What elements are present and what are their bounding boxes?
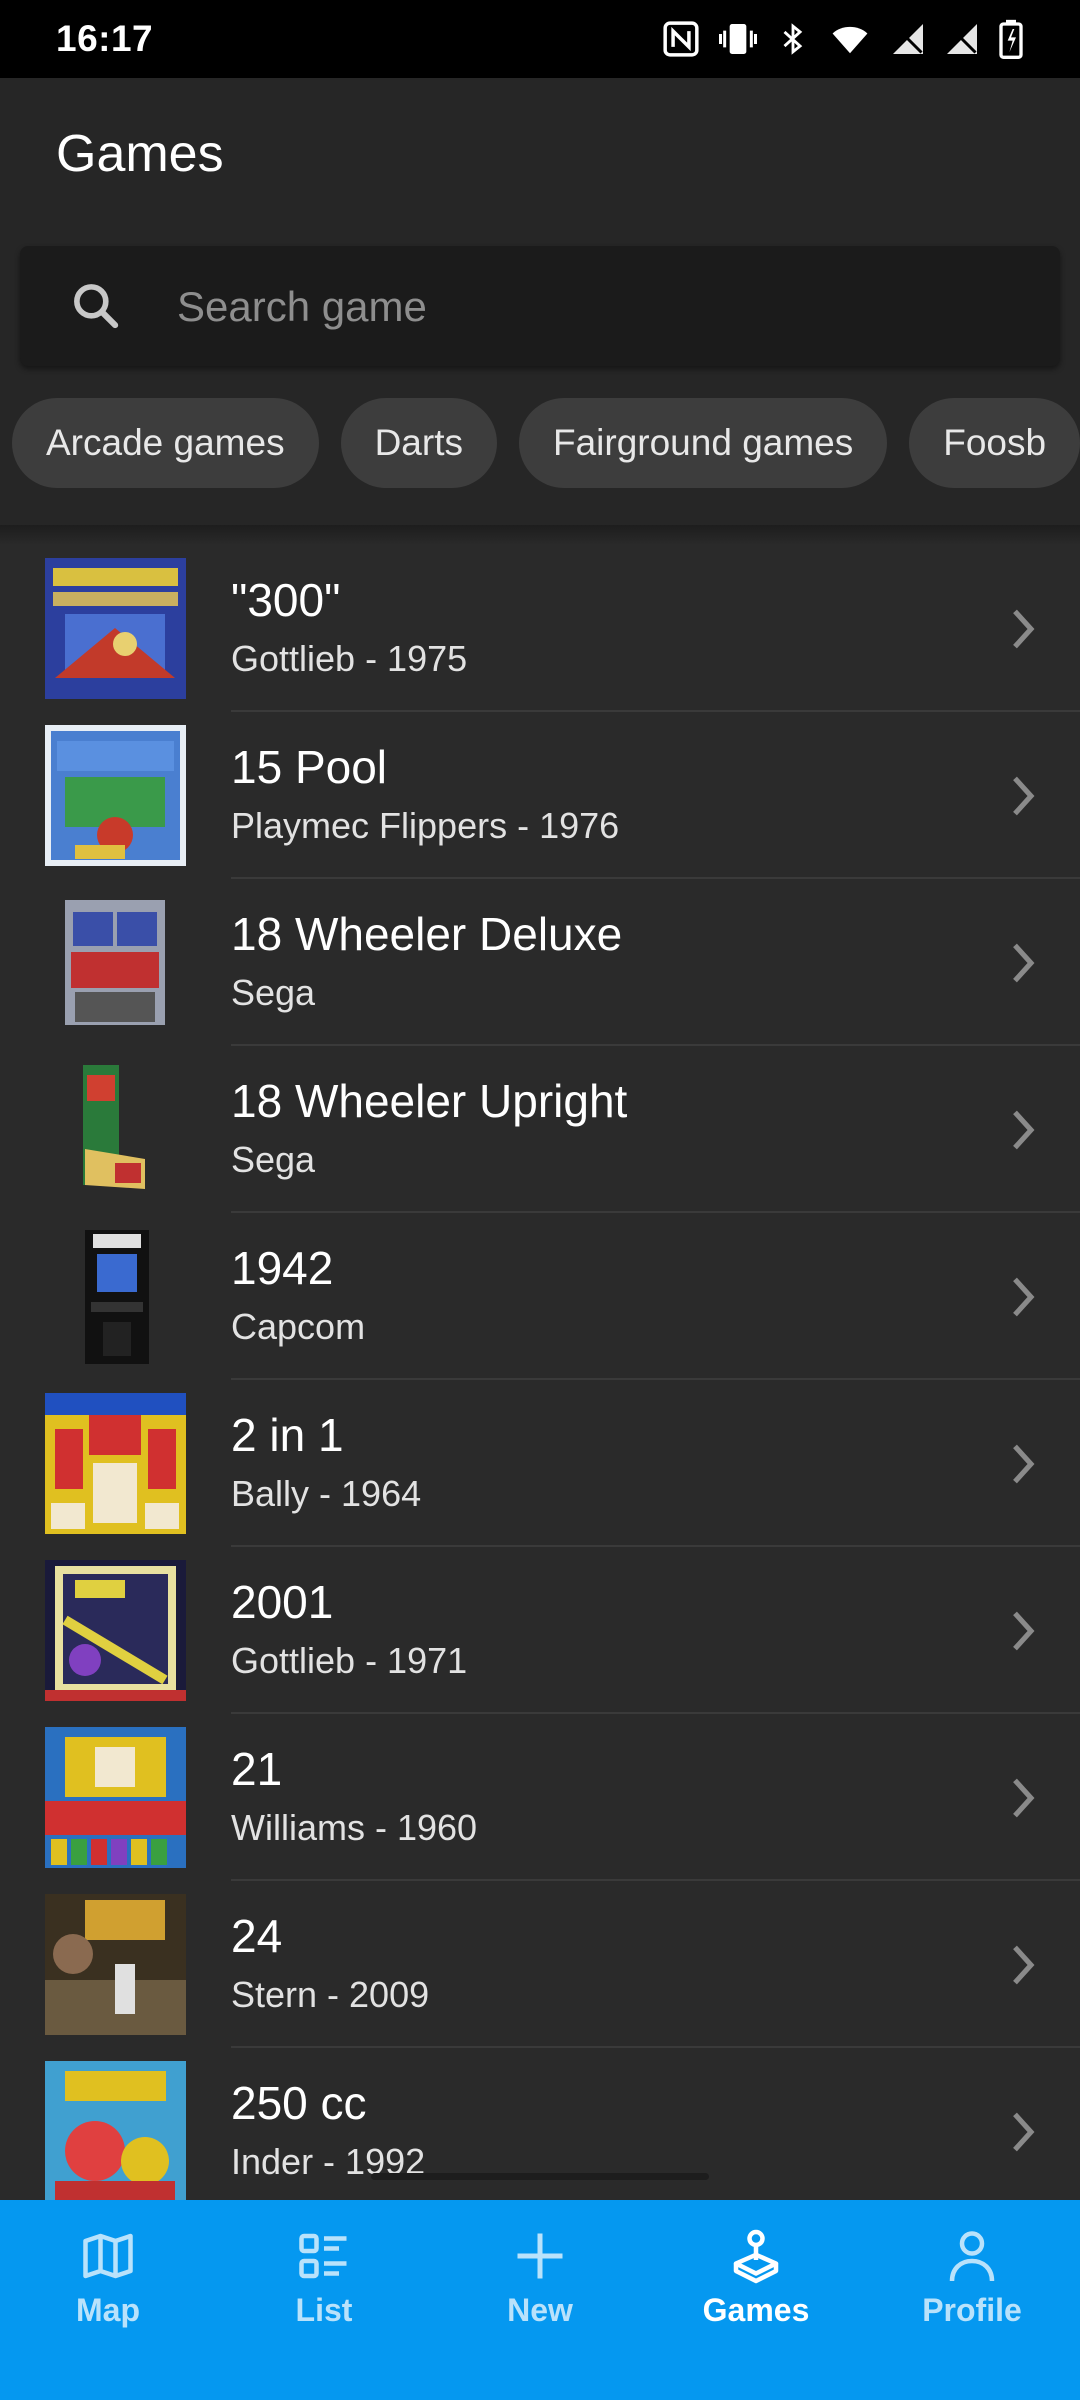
game-subtitle: Williams - 1960 [231, 1807, 478, 1848]
vibrate-icon [718, 19, 758, 59]
game-subtitle: Sega [231, 972, 316, 1013]
nav-item-new[interactable]: New [432, 2226, 648, 2336]
nav-item-profile[interactable]: Profile [864, 2226, 1080, 2336]
bluetooth-icon [776, 20, 810, 58]
game-subtitle: Bally - 1964 [231, 1473, 422, 1514]
game-title: 21 [231, 1743, 283, 1795]
game-thumbnail [45, 725, 186, 866]
game-thumbnail [45, 1059, 186, 1200]
battery-icon [998, 19, 1024, 59]
status-bar: 16:17 [0, 0, 1080, 78]
chevron-right-icon [1013, 609, 1035, 649]
game-subtitle: Gottlieb - 1975 [231, 638, 468, 679]
chevron-right-icon [1013, 1110, 1035, 1150]
game-title: 2001 [231, 1576, 334, 1628]
list-item[interactable]: 2 in 1 Bally - 1964 [0, 1380, 1080, 1547]
plus-icon [517, 2233, 563, 2279]
game-list: "300" Gottlieb - 1975 15 Pool Playmec Fl… [0, 545, 1080, 2200]
category-chips: Arcade games Darts Fairground games Foos… [12, 398, 1080, 488]
wifi-icon [828, 20, 872, 58]
game-thumbnail [45, 558, 186, 699]
game-thumbnail [45, 892, 186, 1033]
page-title: Games [56, 125, 224, 183]
game-title: 15 Pool [231, 741, 388, 793]
game-title: 2 in 1 [231, 1409, 344, 1461]
map-icon [83, 2233, 133, 2279]
game-title: 250 cc [231, 2077, 367, 2129]
list-item[interactable]: 15 Pool Playmec Flippers - 1976 [0, 712, 1080, 879]
nav-item-map[interactable]: Map [0, 2226, 216, 2336]
nav-label-games: Games [702, 2292, 810, 2328]
nfc-icon [662, 20, 700, 58]
chevron-right-icon [1013, 1277, 1035, 1317]
game-thumbnail [45, 1560, 186, 1701]
bottom-navigation: Map List New Games Profile [0, 2200, 1080, 2400]
search-bar[interactable] [20, 246, 1060, 368]
person-icon [949, 2231, 995, 2282]
list-item[interactable]: 2001 Gottlieb - 1971 [0, 1547, 1080, 1714]
joystick-icon [733, 2229, 779, 2284]
game-subtitle: Stern - 2009 [231, 1974, 430, 2015]
chevron-right-icon [1013, 1945, 1035, 1985]
list-item[interactable]: 18 Wheeler Upright Sega [0, 1046, 1080, 1213]
nav-label-new: New [507, 2292, 573, 2328]
game-subtitle: Gottlieb - 1971 [231, 1640, 468, 1681]
games-screen: Games Arcade games Darts Fairground game… [0, 78, 1080, 2400]
chevron-right-icon [1013, 2112, 1035, 2152]
chevron-right-icon [1013, 943, 1035, 983]
game-thumbnail [45, 1393, 186, 1534]
home-indicator[interactable] [371, 2173, 709, 2180]
game-title: 1942 [231, 1242, 334, 1294]
game-subtitle: Capcom [231, 1306, 366, 1347]
nav-label-list: List [295, 2292, 353, 2328]
status-time: 16:17 [56, 18, 154, 59]
header: Games Arcade games Darts Fairground game… [0, 78, 1080, 545]
nav-item-list[interactable]: List [216, 2226, 432, 2336]
game-title: 24 [231, 1910, 283, 1962]
game-thumbnail [45, 1226, 186, 1367]
game-subtitle: Sega [231, 1139, 316, 1180]
list-icon [299, 2233, 347, 2279]
search-icon [74, 284, 119, 329]
list-item[interactable]: 21 Williams - 1960 [0, 1714, 1080, 1881]
chip-arcade-games[interactable]: Arcade games [12, 398, 319, 488]
chip-fairground-games[interactable]: Fairground games [518, 398, 888, 488]
game-title: "300" [231, 574, 341, 626]
game-subtitle: Playmec Flippers - 1976 [231, 805, 620, 846]
status-icons [662, 19, 1024, 59]
list-item[interactable]: 24 Stern - 2009 [0, 1881, 1080, 2048]
signal-icon [890, 21, 926, 57]
game-title: 18 Wheeler Deluxe [231, 908, 623, 960]
chevron-right-icon [1013, 776, 1035, 816]
game-thumbnail [45, 1894, 186, 2035]
nav-item-games[interactable]: Games [648, 2226, 864, 2336]
game-title: 18 Wheeler Upright [231, 1075, 628, 1127]
chevron-right-icon [1013, 1778, 1035, 1818]
search-input[interactable] [175, 246, 1039, 368]
list-item[interactable]: 1942 Capcom [0, 1213, 1080, 1380]
game-thumbnail [45, 1727, 186, 1868]
nav-label-map: Map [76, 2292, 140, 2328]
chip-darts[interactable]: Darts [340, 398, 497, 488]
chevron-right-icon [1013, 1444, 1035, 1484]
signal-icon-2 [944, 21, 980, 57]
chevron-right-icon [1013, 1611, 1035, 1651]
game-thumbnail [45, 2061, 186, 2200]
nav-label-profile: Profile [922, 2292, 1022, 2328]
list-item[interactable]: "300" Gottlieb - 1975 [0, 545, 1080, 712]
header-divider [0, 525, 1080, 545]
list-item[interactable]: 18 Wheeler Deluxe Sega [0, 879, 1080, 1046]
chip-foosball[interactable]: Foosb [909, 398, 1080, 488]
